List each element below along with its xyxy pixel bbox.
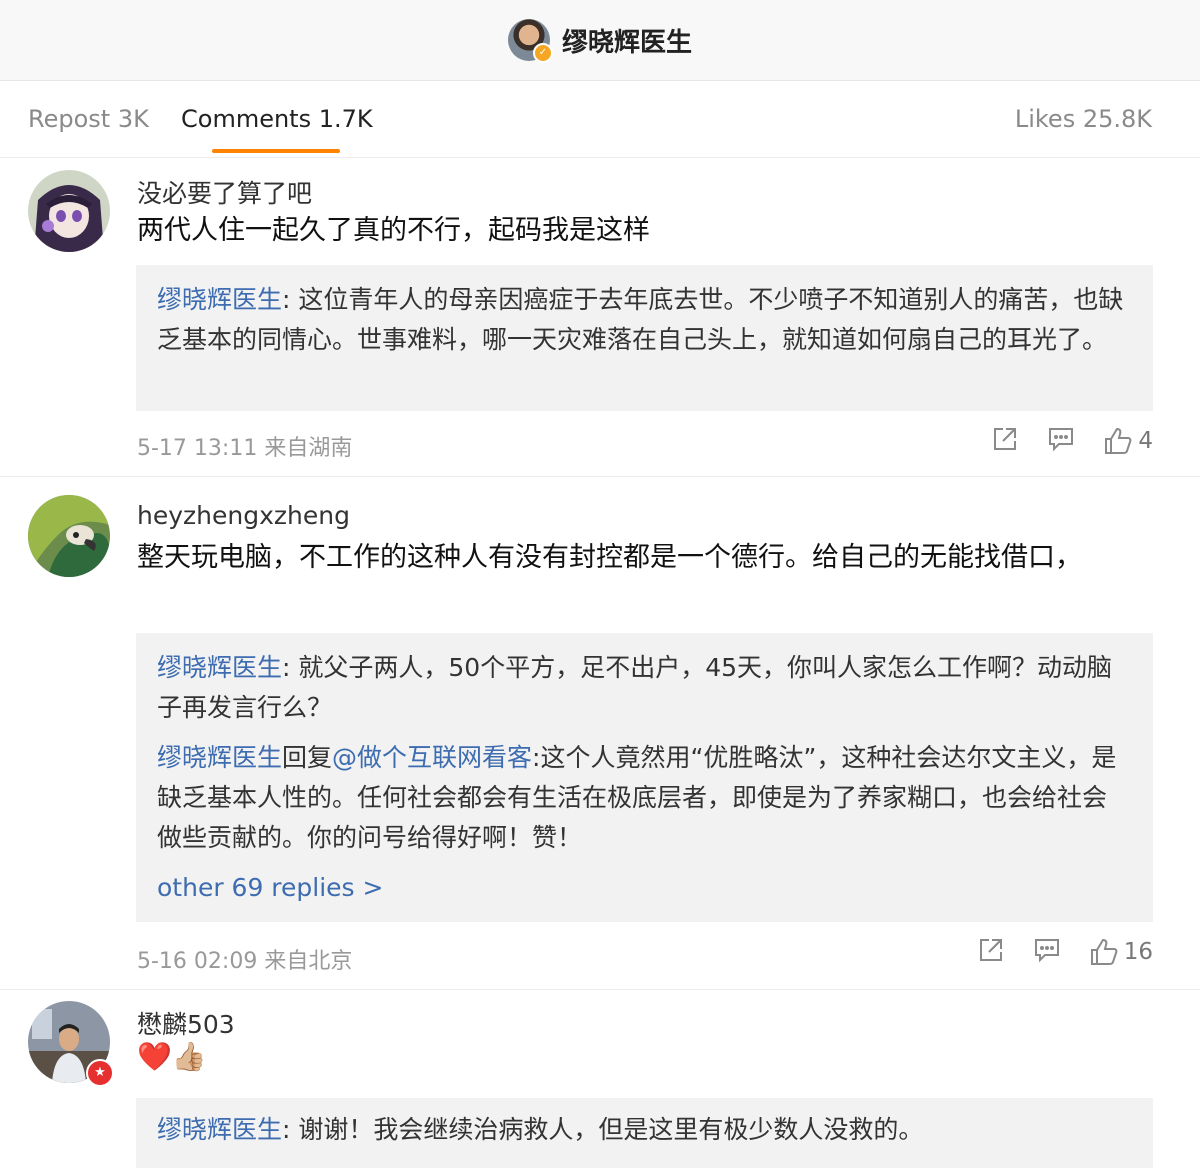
reply-box[interactable]: 缪晓辉医生: 就父子两人，50个平方，足不出户，45天，你叫人家怎么工作啊？动动…: [136, 633, 1153, 922]
like-button[interactable]: 4: [1104, 427, 1153, 455]
reply-text: 谢谢！我会继续治病救人，但是这里有极少数人没救的。: [298, 1115, 924, 1144]
page-title: 缪晓辉医生: [561, 27, 692, 58]
profile-avatar[interactable]: ✓: [507, 19, 553, 63]
active-tab-indicator: [212, 149, 340, 153]
verified-badge-icon: ✓: [532, 43, 553, 63]
tab-bar: Repost 3K Comments 1.7K Likes 25.8K: [0, 81, 1200, 158]
comment-text: 整天玩电脑，不工作的这种人有没有封控都是一个德行。给自己的无能找借口，: [137, 542, 1082, 573]
reply-item: 缪晓辉医生: 谢谢！我会继续治病救人，但是这里有极少数人没救的。: [157, 1115, 924, 1144]
reply-text: 这位青年人的母亲因癌症于去年底去世。不少喷子不知道别人的痛苦，也缺乏基本的同情心…: [157, 285, 1124, 354]
more-replies-link[interactable]: other 69 replies >: [157, 873, 383, 902]
comment-meta: 5-17 13:11 来自湖南: [137, 436, 353, 461]
comment-item: heyzhengxzheng 整天玩电脑，不工作的这种人有没有封控都是一个德行。…: [0, 477, 1200, 990]
like-count: 4: [1138, 428, 1153, 454]
tab-comments[interactable]: Comments 1.7K: [181, 105, 373, 133]
tab-likes[interactable]: Likes 25.8K: [1015, 105, 1152, 133]
comment-text: 两代人住一起久了真的不行，起码我是这样: [137, 215, 650, 246]
thumbs-up-icon: [1105, 427, 1132, 454]
reply-author[interactable]: 缪晓辉医生: [157, 285, 282, 314]
avatar[interactable]: [28, 495, 110, 577]
reply-author[interactable]: 缪晓辉医生: [157, 653, 282, 682]
reply-item: 缪晓辉医生: 就父子两人，50个平方，足不出户，45天，你叫人家怎么工作啊？动动…: [157, 653, 1113, 722]
reply-author[interactable]: 缪晓辉医生: [157, 1115, 282, 1144]
reply-mention[interactable]: @做个互联网看客: [332, 743, 532, 772]
comment-item: ★ 懋麟503 ❤️👍🏼 缪晓辉医生: 谢谢！我会继续治病救人，但是这里有极少数…: [0, 990, 1200, 1168]
member-badge-icon: ★: [86, 1059, 114, 1087]
comment-item: 没必要了算了吧 两代人住一起久了真的不行，起码我是这样 缪晓辉医生: 这位青年人…: [0, 158, 1200, 477]
reply-item: 缪晓辉医生: 这位青年人的母亲因癌症于去年底去世。不少喷子不知道别人的痛苦，也缺…: [157, 285, 1124, 354]
comment-icon[interactable]: [1048, 426, 1074, 456]
reply-author[interactable]: 缪晓辉医生: [157, 743, 282, 772]
reply-text: 就父子两人，50个平方，足不出户，45天，你叫人家怎么工作啊？动动脑子再发言行么…: [157, 653, 1113, 722]
avatar[interactable]: [28, 170, 110, 252]
like-count: 16: [1123, 939, 1153, 965]
comment-icon[interactable]: [1034, 937, 1060, 967]
top-bar: ✓ 缪晓辉医生: [0, 0, 1200, 81]
comment-username[interactable]: 没必要了算了吧: [137, 174, 312, 210]
tab-repost[interactable]: Repost 3K: [28, 105, 149, 133]
reply-box[interactable]: 缪晓辉医生: 这位青年人的母亲因癌症于去年底去世。不少喷子不知道别人的痛苦，也缺…: [136, 265, 1153, 411]
thumbs-up-icon: [1090, 938, 1118, 965]
comment-actions: 4: [992, 426, 1153, 456]
share-icon[interactable]: [978, 937, 1004, 967]
reply-item: 缪晓辉医生回复@做个互联网看客:这个人竟然用“优胜略汰”，这种社会达尔文主义，是…: [157, 743, 1117, 852]
like-button[interactable]: 16: [1090, 938, 1153, 966]
comment-username[interactable]: heyzhengxzheng: [137, 501, 350, 530]
comment-actions: 16: [978, 937, 1153, 967]
comment-username[interactable]: 懋麟503: [137, 1005, 235, 1041]
share-icon[interactable]: [992, 426, 1018, 456]
comment-emoji: ❤️👍🏼: [137, 1040, 207, 1073]
reply-box[interactable]: 缪晓辉医生: 谢谢！我会继续治病救人，但是这里有极少数人没救的。: [136, 1098, 1153, 1168]
comment-meta: 5-16 02:09 来自北京: [137, 949, 353, 974]
